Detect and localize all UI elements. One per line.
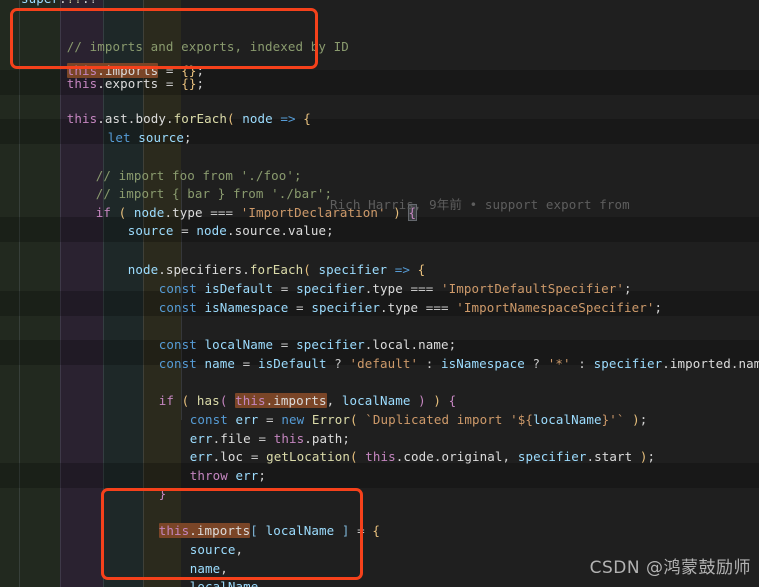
code-line-clipped: super.??.? bbox=[0, 0, 97, 12]
code-line: }; bbox=[0, 569, 174, 587]
code-line: let source; bbox=[107, 129, 192, 145]
code-line: const isNamespace = specifier.type === '… bbox=[158, 299, 663, 315]
code-line: source = node.source.value; bbox=[127, 222, 334, 238]
code-line: // imports and exports, indexed by ID bbox=[66, 38, 349, 54]
code-content[interactable]: super.??.? // imports and exports, index… bbox=[0, 0, 759, 587]
csdn-watermark: CSDN @鸿蒙鼓励师 bbox=[589, 558, 751, 579]
code-line: const name = isDefault ? 'default' : isN… bbox=[158, 355, 759, 371]
code-line: } bbox=[158, 485, 167, 501]
code-editor-screenshot: Rich Harris, 9年前 • support export from s… bbox=[0, 0, 759, 587]
code-line: this.exports = {}; bbox=[66, 75, 205, 91]
git-blame-annotation: Rich Harris, 9年前 • support export from bbox=[330, 197, 630, 212]
